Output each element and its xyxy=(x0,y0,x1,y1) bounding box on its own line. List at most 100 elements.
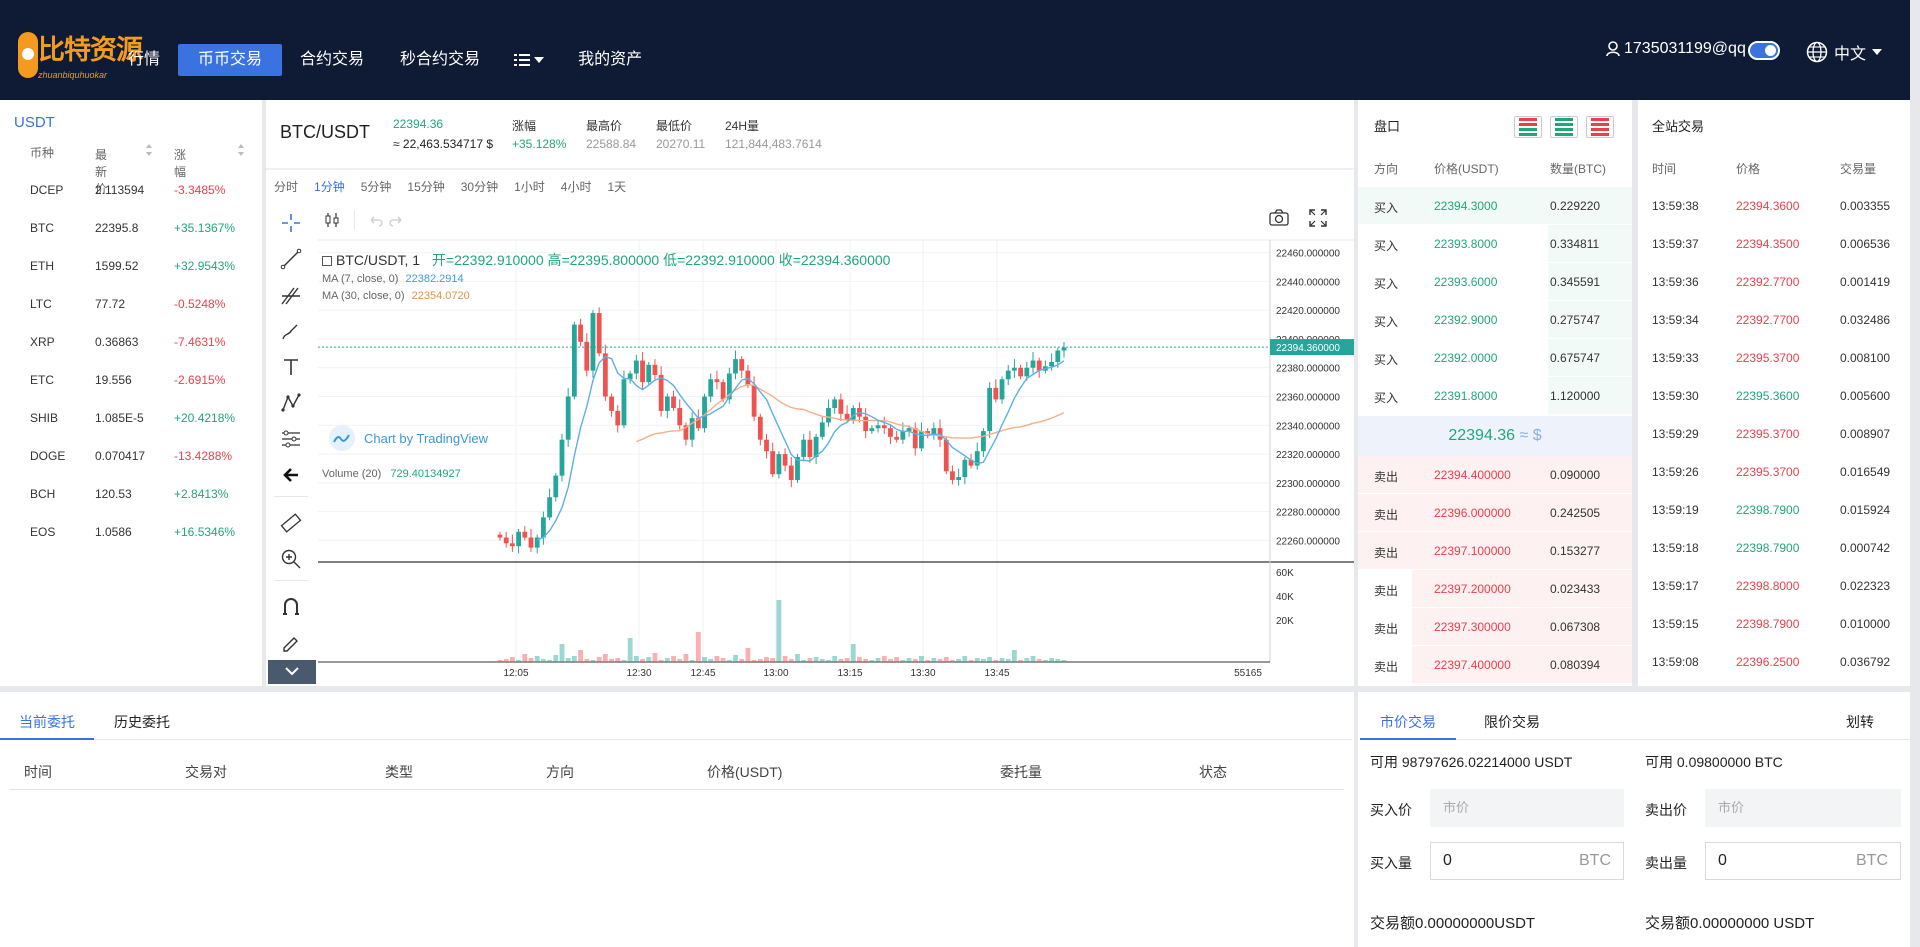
orderbook-both-icon[interactable] xyxy=(1514,116,1542,138)
buy-price-input[interactable]: 市价 xyxy=(1430,789,1624,827)
back-arrow-icon[interactable] xyxy=(278,462,304,488)
market-row[interactable]: BTC 22395.8 +35.1367% xyxy=(0,209,262,247)
tab-market-order[interactable]: 市价交易 xyxy=(1380,712,1436,732)
buy-qty-input[interactable]: 0 BTC xyxy=(1430,842,1624,880)
nav-my-assets[interactable]: 我的资产 xyxy=(560,44,660,76)
fullscreen-icon[interactable] xyxy=(1308,208,1328,228)
language-selector[interactable]: 中文 xyxy=(1806,40,1883,64)
theme-toggle[interactable] xyxy=(1748,41,1780,60)
trade-time: 13:59:33 xyxy=(1652,351,1699,365)
prediction-tool-icon[interactable] xyxy=(278,426,304,452)
orders-tabs: 当前委托 历史委托 xyxy=(0,700,1352,740)
sort-icon[interactable] xyxy=(238,144,244,156)
candle-type-icon[interactable] xyxy=(322,210,342,230)
candle-body xyxy=(757,416,763,440)
pattern-tool-icon[interactable] xyxy=(278,390,304,416)
orderbook-asks-icon[interactable] xyxy=(1586,116,1614,138)
lock-drawing-icon[interactable] xyxy=(278,628,304,654)
market-row[interactable]: ETC 19.556 -2.6915% xyxy=(0,361,262,399)
market-row[interactable]: ETH 1599.52 +32.9543% xyxy=(0,247,262,285)
ask-qty: 0.090000 xyxy=(1550,468,1601,482)
text-tool-icon[interactable] xyxy=(278,354,304,380)
volume-bar xyxy=(720,658,726,662)
bid-side: 买入 xyxy=(1374,201,1399,215)
nav-market[interactable]: 行情 xyxy=(110,44,178,76)
ask-side: 卖出 xyxy=(1374,660,1399,674)
toolbar-expand-button[interactable] xyxy=(268,660,316,684)
market-row[interactable]: SHIB 1.085E-5 +20.4218% xyxy=(0,399,262,437)
interval-tab[interactable]: 15分钟 xyxy=(399,176,452,196)
ruler-icon[interactable] xyxy=(278,510,304,536)
sell-price-placeholder: 市价 xyxy=(1718,800,1745,815)
camera-icon[interactable] xyxy=(1268,208,1290,228)
undo-icon[interactable] xyxy=(367,212,383,228)
orderbook-bid-row[interactable]: 买入 22392.0000 0.675747 xyxy=(1358,339,1632,377)
orderbook-ask-row[interactable]: 卖出 22394.400000 0.090000 xyxy=(1358,456,1632,494)
market-row[interactable]: LTC 77.72 -0.5248% xyxy=(0,285,262,323)
interval-tab[interactable]: 分时 xyxy=(266,176,306,196)
volume-bar xyxy=(875,658,881,662)
trend-line-icon[interactable] xyxy=(278,246,304,272)
page-scrollbar[interactable] xyxy=(1910,0,1920,947)
magnet-icon[interactable] xyxy=(278,594,304,620)
orderbook-bid-row[interactable]: 买入 22393.8000 0.334811 xyxy=(1358,225,1632,263)
volume-bar xyxy=(733,655,738,662)
ask-side: 卖出 xyxy=(1374,508,1399,522)
orderbook-bid-row[interactable]: 买入 22392.9000 0.275747 xyxy=(1358,301,1632,339)
trade-price: 22396.2500 xyxy=(1736,655,1800,669)
orderbook-bid-row[interactable]: 买入 22394.3000 0.229220 xyxy=(1358,187,1632,225)
tab-limit-order[interactable]: 限价交易 xyxy=(1484,712,1540,732)
orderbook-ask-row[interactable]: 卖出 22397.300000 0.067308 xyxy=(1358,608,1632,646)
crosshair-icon[interactable] xyxy=(278,210,304,236)
zoom-in-icon[interactable] xyxy=(278,546,304,572)
orderbook-bid-row[interactable]: 买入 22393.6000 0.345591 xyxy=(1358,263,1632,301)
price-tick-label: 22300.000000 xyxy=(1276,479,1340,490)
market-row[interactable]: DOGE 0.070417 -13.4288% xyxy=(0,437,262,475)
sell-qty-unit: BTC xyxy=(1856,852,1888,869)
market-quote-currency[interactable]: USDT xyxy=(14,114,55,131)
market-row[interactable]: BCH 120.53 +2.8413% xyxy=(0,475,262,513)
volume-bar xyxy=(559,644,565,662)
fib-tool-icon[interactable] xyxy=(278,282,304,308)
sell-available-balance: 可用 0.09800000 BTC xyxy=(1645,754,1783,770)
ticker-pair[interactable]: BTC/USDT xyxy=(280,122,370,143)
transfer-button[interactable]: 划转 xyxy=(1846,712,1874,732)
orderbook-ask-row[interactable]: 卖出 22396.000000 0.242505 xyxy=(1358,494,1632,532)
user-account[interactable]: 1735031199@qq xyxy=(1606,40,1746,58)
nav-second-contract[interactable]: 秒合约交易 xyxy=(382,44,498,76)
market-change: -13.4288% xyxy=(174,449,233,463)
price-chart[interactable]: 22460.00000022440.00000022420.0000002240… xyxy=(318,204,1354,684)
interval-tab[interactable]: 4小时 xyxy=(553,176,600,196)
market-change: -0.5248% xyxy=(174,297,226,311)
sell-qty-input[interactable]: 0 BTC xyxy=(1705,842,1901,880)
orders-col-pair: 交易对 xyxy=(185,764,227,780)
tab-history-orders[interactable]: 历史委托 xyxy=(114,712,170,732)
collapse-legend-icon[interactable] xyxy=(322,256,332,267)
tab-current-orders[interactable]: 当前委托 xyxy=(19,712,75,732)
nav-contract-trading[interactable]: 合约交易 xyxy=(282,44,382,76)
orderbook-ask-row[interactable]: 卖出 22397.200000 0.023433 xyxy=(1358,570,1632,608)
tradingview-watermark[interactable]: Chart by TradingView xyxy=(328,424,488,452)
orderbook-bids-icon[interactable] xyxy=(1550,116,1578,138)
trade-row: 13:59:30 22395.3600 0.005600 xyxy=(1652,377,1910,415)
redo-icon[interactable] xyxy=(389,212,405,228)
sell-price-input[interactable]: 市价 xyxy=(1705,789,1901,827)
interval-tab[interactable]: 5分钟 xyxy=(353,176,400,196)
nav-more-menu[interactable] xyxy=(498,53,560,67)
brush-icon[interactable] xyxy=(278,318,304,344)
interval-tab-active[interactable]: 1分钟 xyxy=(306,176,353,196)
orderbook-ask-row[interactable]: 卖出 22397.100000 0.153277 xyxy=(1358,532,1632,570)
market-row[interactable]: XRP 0.36863 -7.4631% xyxy=(0,323,262,361)
orderbook-ask-row[interactable]: 卖出 22397.400000 0.080394 xyxy=(1358,646,1632,684)
interval-tab[interactable]: 1小时 xyxy=(506,176,553,196)
volume-bar xyxy=(1030,656,1036,662)
brand-logo[interactable]: 比特资源 zhuanbiquhuokar xyxy=(18,26,143,88)
nav-spot-trading[interactable]: 币币交易 xyxy=(178,44,283,76)
globe-icon xyxy=(1806,41,1828,63)
orderbook-bid-row[interactable]: 买入 22391.8000 1.120000 xyxy=(1358,377,1632,415)
sort-icon[interactable] xyxy=(146,144,152,156)
interval-tab[interactable]: 1天 xyxy=(599,176,634,196)
market-row[interactable]: DCEP 2.113594 -3.3485% xyxy=(0,171,262,209)
market-row[interactable]: EOS 1.0586 +16.5346% xyxy=(0,513,262,551)
interval-tab[interactable]: 30分钟 xyxy=(453,176,506,196)
